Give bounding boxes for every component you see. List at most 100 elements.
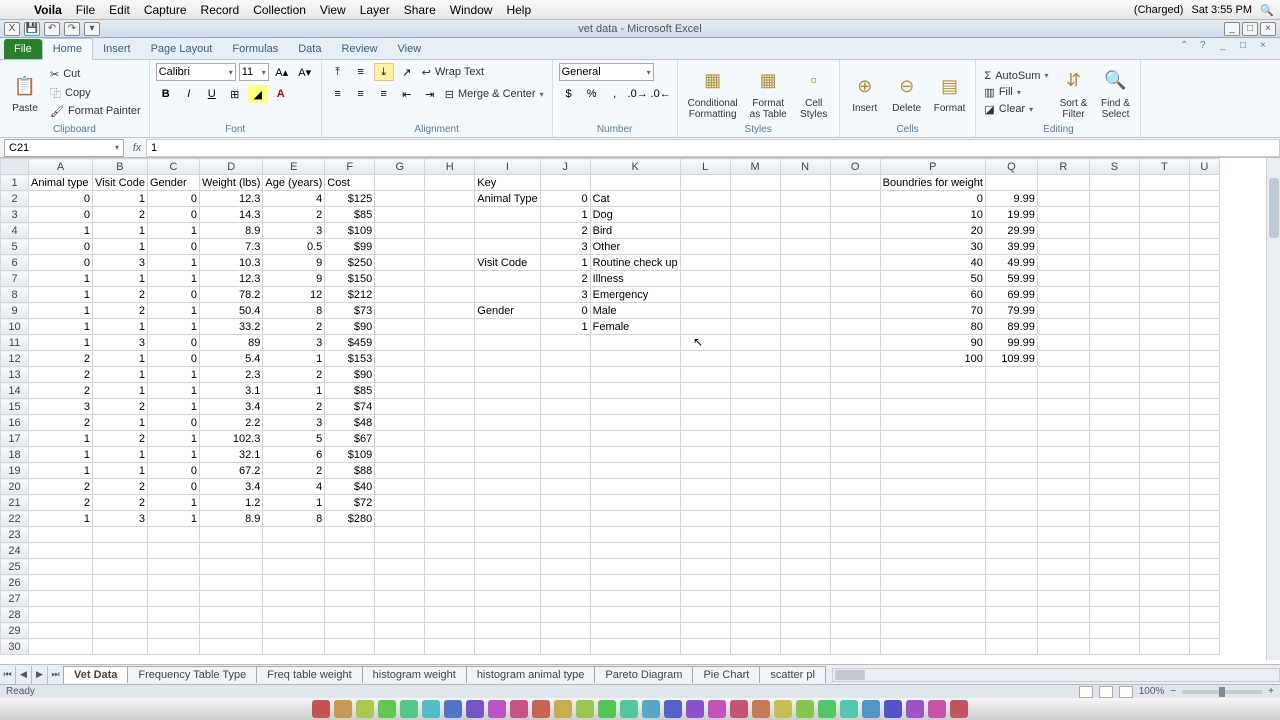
cell-T12[interactable] [1139, 351, 1189, 367]
cell-M13[interactable] [730, 367, 780, 383]
cell-O26[interactable] [830, 575, 880, 591]
cell-Q5[interactable]: 39.99 [985, 239, 1037, 255]
decrease-decimal-button[interactable]: .0← [651, 85, 671, 103]
cell-B10[interactable]: 1 [93, 319, 148, 335]
cell-G28[interactable] [375, 607, 425, 623]
row-header-21[interactable]: 21 [1, 495, 29, 511]
cell-U5[interactable] [1189, 239, 1219, 255]
cell-P27[interactable] [880, 591, 985, 607]
cell-R14[interactable] [1037, 383, 1089, 399]
sort-filter-button[interactable]: ⇵Sort & Filter [1054, 64, 1092, 122]
cell-J1[interactable] [540, 175, 590, 191]
cell-A21[interactable]: 2 [29, 495, 93, 511]
cell-P8[interactable]: 60 [880, 287, 985, 303]
cell-F16[interactable]: $48 [325, 415, 375, 431]
col-header-O[interactable]: O [830, 159, 880, 175]
sheet-nav-last[interactable]: ⏭ [48, 666, 64, 684]
menu-record[interactable]: Record [201, 3, 240, 17]
tab-page-layout[interactable]: Page Layout [141, 39, 223, 59]
cell-B1[interactable]: Visit Code [93, 175, 148, 191]
cell-A8[interactable]: 1 [29, 287, 93, 303]
row-header-27[interactable]: 27 [1, 591, 29, 607]
cell-M23[interactable] [730, 527, 780, 543]
cell-R4[interactable] [1037, 223, 1089, 239]
cell-D9[interactable]: 50.4 [199, 303, 262, 319]
spreadsheet-grid[interactable]: ABCDEFGHIJKLMNOPQRSTU1Animal typeVisit C… [0, 158, 1280, 660]
cell-I1[interactable]: Key [475, 175, 540, 191]
cell-G13[interactable] [375, 367, 425, 383]
col-header-T[interactable]: T [1139, 159, 1189, 175]
row-header-14[interactable]: 14 [1, 383, 29, 399]
cell-Q29[interactable] [985, 623, 1037, 639]
cell-J16[interactable] [540, 415, 590, 431]
tab-data[interactable]: Data [288, 39, 331, 59]
cell-C7[interactable]: 1 [147, 271, 199, 287]
cell-M7[interactable] [730, 271, 780, 287]
cell-C17[interactable]: 1 [147, 431, 199, 447]
cell-T23[interactable] [1139, 527, 1189, 543]
cell-S3[interactable] [1089, 207, 1139, 223]
cell-S1[interactable] [1089, 175, 1139, 191]
cell-K3[interactable]: Dog [590, 207, 680, 223]
cell-S22[interactable] [1089, 511, 1139, 527]
cell-R7[interactable] [1037, 271, 1089, 287]
cell-S18[interactable] [1089, 447, 1139, 463]
row-header-20[interactable]: 20 [1, 479, 29, 495]
cell-E24[interactable] [263, 543, 325, 559]
cell-K10[interactable]: Female [590, 319, 680, 335]
cell-R15[interactable] [1037, 399, 1089, 415]
cell-O15[interactable] [830, 399, 880, 415]
cell-M22[interactable] [730, 511, 780, 527]
row-header-28[interactable]: 28 [1, 607, 29, 623]
cell-U9[interactable] [1189, 303, 1219, 319]
dock-app[interactable] [488, 700, 506, 718]
cell-G29[interactable] [375, 623, 425, 639]
row-header-6[interactable]: 6 [1, 255, 29, 271]
cell-N17[interactable] [780, 431, 830, 447]
menu-file[interactable]: File [76, 3, 95, 17]
cell-L17[interactable] [680, 431, 730, 447]
cell-N5[interactable] [780, 239, 830, 255]
cell-U21[interactable] [1189, 495, 1219, 511]
cell-B22[interactable]: 3 [93, 511, 148, 527]
cell-D13[interactable]: 2.3 [199, 367, 262, 383]
cell-S23[interactable] [1089, 527, 1139, 543]
clear-button[interactable]: ◪Clear▾ [982, 102, 1050, 117]
delete-cells-button[interactable]: ⊖Delete [888, 69, 926, 116]
cell-I27[interactable] [475, 591, 540, 607]
find-select-button[interactable]: 🔍Find & Select [1096, 64, 1134, 122]
dock-app[interactable] [642, 700, 660, 718]
cell-U28[interactable] [1189, 607, 1219, 623]
cell-G1[interactable] [375, 175, 425, 191]
cell-I9[interactable]: Gender [475, 303, 540, 319]
cell-O21[interactable] [830, 495, 880, 511]
cell-D15[interactable]: 3.4 [199, 399, 262, 415]
cell-R11[interactable] [1037, 335, 1089, 351]
row-header-5[interactable]: 5 [1, 239, 29, 255]
save-icon[interactable]: 💾 [24, 22, 40, 36]
zoom-in-button[interactable]: + [1268, 686, 1274, 697]
cell-E12[interactable]: 1 [263, 351, 325, 367]
cell-J3[interactable]: 1 [540, 207, 590, 223]
cell-Q12[interactable]: 109.99 [985, 351, 1037, 367]
cell-C27[interactable] [147, 591, 199, 607]
cell-S6[interactable] [1089, 255, 1139, 271]
cell-J20[interactable] [540, 479, 590, 495]
cell-H18[interactable] [425, 447, 475, 463]
cell-I18[interactable] [475, 447, 540, 463]
cell-H22[interactable] [425, 511, 475, 527]
cell-M8[interactable] [730, 287, 780, 303]
cell-L12[interactable] [680, 351, 730, 367]
cell-R2[interactable] [1037, 191, 1089, 207]
cell-Q13[interactable] [985, 367, 1037, 383]
cell-F19[interactable]: $88 [325, 463, 375, 479]
fill-color-button[interactable]: ◢ [248, 85, 268, 103]
cell-P25[interactable] [880, 559, 985, 575]
col-header-G[interactable]: G [375, 159, 425, 175]
cell-B17[interactable]: 2 [93, 431, 148, 447]
cell-C22[interactable]: 1 [147, 511, 199, 527]
cell-Q23[interactable] [985, 527, 1037, 543]
cell-R22[interactable] [1037, 511, 1089, 527]
cell-F25[interactable] [325, 559, 375, 575]
cell-Q16[interactable] [985, 415, 1037, 431]
